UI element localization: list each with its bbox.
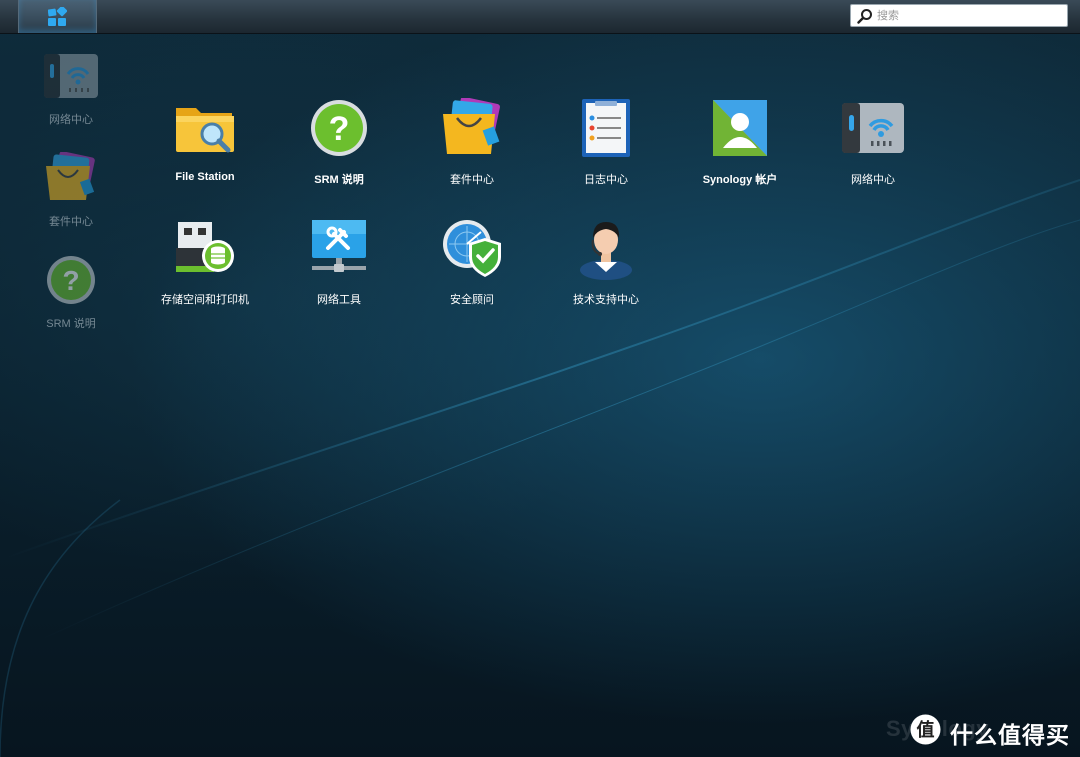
svg-text:?: ? [329, 110, 350, 148]
app-label: 套件中心 [450, 174, 494, 186]
app-label: 日志中心 [584, 174, 628, 186]
app-label: 安全顾问 [450, 294, 494, 306]
taskbar [0, 0, 1080, 34]
app-package-center[interactable]: 套件中心 [405, 96, 539, 187]
shortcut-label: SRM 说明 [46, 318, 96, 330]
account-icon [713, 100, 767, 156]
search-box [850, 4, 1068, 27]
app-synology-account[interactable]: Synology 帐户 [673, 98, 807, 187]
help-icon: ? [47, 256, 95, 304]
support-center-icon [580, 222, 632, 280]
app-label: 网络中心 [851, 174, 895, 186]
network-tools-icon [312, 220, 366, 272]
app-security-advisor[interactable]: 安全顾问 [405, 218, 539, 307]
storage-printer-icon [176, 222, 234, 272]
help-icon: ? [311, 100, 367, 156]
app-network-tools[interactable]: 网络工具 [272, 218, 406, 307]
app-label: File Station [175, 171, 235, 183]
desktop-shortcut-package-center[interactable]: 套件中心 [26, 151, 116, 229]
main-menu-button[interactable] [18, 0, 97, 33]
app-srm-help[interactable]: ? SRM 说明 [272, 98, 406, 187]
app-label: 网络工具 [317, 294, 361, 306]
svg-text:?: ? [62, 265, 79, 296]
app-storage-printer[interactable]: 存储空间和打印机 [138, 218, 272, 307]
search-input[interactable] [877, 7, 1062, 24]
shortcut-label: 套件中心 [49, 216, 93, 228]
app-log-center[interactable]: 日志中心 [539, 98, 673, 187]
app-label: 技术支持中心 [573, 294, 639, 306]
app-label: SRM 说明 [314, 174, 364, 186]
network-center-icon [44, 54, 98, 98]
desktop-shortcut-network-center[interactable]: 网络中心 [26, 50, 116, 127]
search-icon[interactable] [857, 8, 873, 24]
app-network-center[interactable]: 网络中心 [806, 98, 940, 187]
brand-text: 什么值得买 [950, 723, 1070, 749]
svg-text:值: 值 [917, 719, 935, 741]
brand-logo-icon: 值 [910, 714, 941, 745]
app-file-station[interactable]: File Station [138, 98, 272, 183]
network-center-icon [842, 103, 904, 153]
main-menu-grid-icon [48, 7, 67, 26]
security-advisor-icon [443, 220, 501, 277]
desktop-shortcut-help[interactable]: ? SRM 说明 [26, 254, 116, 331]
shortcut-label: 网络中心 [49, 114, 93, 126]
app-support-center[interactable]: 技术支持中心 [539, 218, 673, 307]
folder-search-icon [176, 108, 234, 153]
package-center-icon [443, 96, 500, 154]
app-label: 存储空间和打印机 [161, 294, 249, 306]
package-center-icon [46, 151, 95, 200]
log-center-icon [582, 99, 630, 157]
app-label: Synology 帐户 [702, 174, 778, 186]
